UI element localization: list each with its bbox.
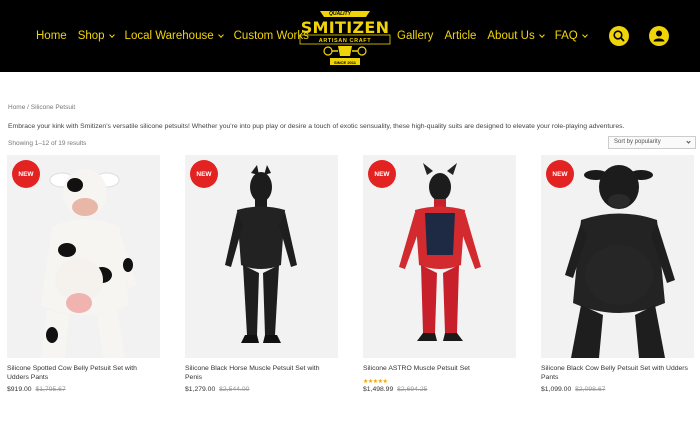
- logo-quality-text: QUALITY: [329, 11, 351, 17]
- product-title[interactable]: Silicone ASTRO Muscle Petsuit Set: [363, 365, 516, 374]
- nav-shop[interactable]: Shop: [77, 30, 115, 42]
- user-icon: [653, 30, 665, 42]
- nav-local-warehouse[interactable]: Local Warehouse: [124, 30, 224, 42]
- chevron-down-icon: [538, 31, 545, 38]
- price-old: $2,694.25: [397, 386, 428, 393]
- product-image-astro[interactable]: NEW: [363, 155, 516, 358]
- chevron-down-icon: [108, 31, 115, 38]
- nav-local-warehouse-label: Local Warehouse: [124, 30, 214, 42]
- product-title[interactable]: Silicone Black Horse Muscle Petsuit Set …: [185, 365, 338, 382]
- price-old: $2,544.00: [219, 386, 250, 393]
- new-badge: NEW: [190, 160, 218, 188]
- logo-subtitle: ARTISAN CRAFT: [318, 38, 372, 44]
- price-old: $2,098.67: [575, 386, 606, 393]
- chevron-down-icon: [217, 31, 224, 38]
- sort-select[interactable]: Sort by popularity: [608, 136, 696, 149]
- nav-home[interactable]: Home: [36, 30, 67, 42]
- nav-gallery-label: Gallery: [397, 30, 434, 42]
- site-header: Home Shop Local Warehouse Custom Works Q…: [0, 0, 700, 72]
- nav-about-us-label: About Us: [487, 30, 535, 42]
- product-image-spotted-cow[interactable]: NEW: [7, 155, 160, 358]
- sort-selected-label: Sort by popularity: [614, 139, 661, 145]
- product-price: $1,498.99 $2,694.25: [363, 386, 427, 393]
- site-logo[interactable]: QUALITY SMITIZEN ARTISAN CRAFT SINCE 201…: [298, 8, 392, 68]
- logo-since: SINCE 2011: [333, 60, 356, 65]
- new-badge: NEW: [12, 160, 40, 188]
- product-price: $919.00 $1,795.67: [7, 386, 66, 393]
- search-button[interactable]: [609, 26, 629, 46]
- search-icon: [613, 30, 625, 42]
- category-description: Embrace your kink with Smitizen's versat…: [8, 123, 625, 130]
- new-badge: NEW: [546, 160, 574, 188]
- account-button[interactable]: [649, 26, 669, 46]
- chevron-down-icon: [686, 139, 691, 144]
- product-title[interactable]: Silicone Black Cow Belly Petsuit Set wit…: [541, 365, 694, 382]
- product-price: $1,279.00 $2,544.00: [185, 386, 249, 393]
- product-price: $1,099.00 $2,098.67: [541, 386, 605, 393]
- nav-home-label: Home: [36, 30, 67, 42]
- logo-name: SMITIZEN: [300, 18, 390, 37]
- product-title[interactable]: Silicone Spotted Cow Belly Petsuit Set w…: [7, 365, 160, 382]
- nav-article[interactable]: Article: [444, 30, 476, 42]
- nav-article-label: Article: [444, 30, 477, 42]
- product-image-black-cow[interactable]: NEW: [541, 155, 694, 358]
- nav-shop-label: Shop: [77, 30, 105, 42]
- nav-faq[interactable]: FAQ: [554, 30, 588, 42]
- price-current: $1,099.00: [541, 386, 572, 393]
- nav-left: Home Shop Local Warehouse Custom Works: [36, 0, 320, 72]
- nav-about-us[interactable]: About Us: [487, 30, 545, 42]
- rating-stars: ★★★★★: [363, 379, 388, 385]
- price-current: $1,498.99: [363, 386, 394, 393]
- new-badge: NEW: [368, 160, 396, 188]
- price-current: $1,279.00: [185, 386, 216, 393]
- nav-gallery[interactable]: Gallery: [397, 30, 433, 42]
- breadcrumb[interactable]: Home / Silicone Petsuit: [8, 104, 75, 111]
- chevron-down-icon: [581, 31, 588, 38]
- nav-right: Gallery Article About Us FAQ: [397, 0, 598, 72]
- product-image-black-horse[interactable]: NEW: [185, 155, 338, 358]
- result-count: Showing 1–12 of 19 results: [8, 140, 87, 147]
- price-current: $919.00: [7, 386, 32, 393]
- nav-faq-label: FAQ: [554, 30, 578, 42]
- price-old: $1,795.67: [35, 386, 66, 393]
